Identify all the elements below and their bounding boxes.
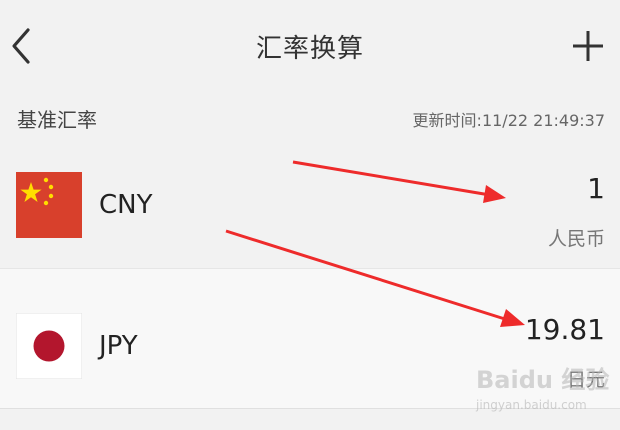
- currency-name: 人民币: [547, 228, 605, 250]
- update-time: 更新时间:11/22 21:49:37: [412, 111, 605, 130]
- baidu-watermark-url: jingyan.baidu.com: [476, 398, 587, 412]
- japan-flag-icon: [16, 313, 82, 379]
- base-rate-label: 基准汇率: [17, 108, 97, 132]
- baidu-watermark-logo: Baidu 经验: [476, 366, 610, 394]
- rate-subheader: 基准汇率 更新时间:11/22 21:49:37: [0, 96, 620, 140]
- page-title: 汇率换算: [255, 34, 364, 64]
- navigation-bar: 汇率换算: [0, 0, 620, 90]
- currency-row-cny[interactable]: CNY 1 人民币: [0, 150, 620, 268]
- add-currency-button[interactable]: [570, 28, 606, 64]
- currency-code: JPY: [99, 331, 138, 361]
- plus-icon: [573, 31, 603, 61]
- china-flag-icon: [16, 172, 82, 238]
- currency-code: CNY: [99, 190, 153, 220]
- currency-amount[interactable]: 19.81: [525, 313, 605, 346]
- currency-amount[interactable]: 1: [587, 172, 605, 205]
